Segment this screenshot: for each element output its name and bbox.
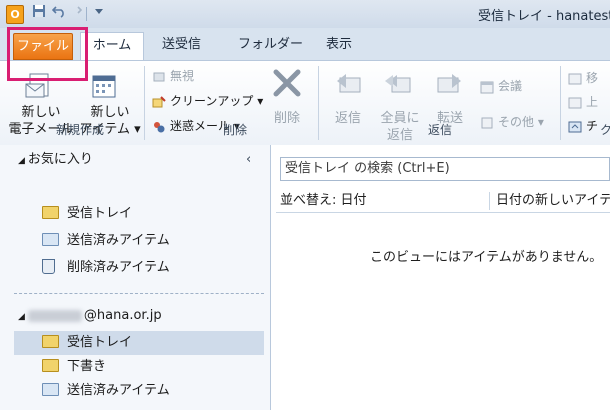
up-icon xyxy=(568,96,582,110)
tab-send-receive[interactable]: 送受信 xyxy=(162,32,201,58)
tab-view[interactable]: 表示 xyxy=(326,32,352,58)
qat-separator xyxy=(86,7,87,21)
tab-home[interactable]: ホーム xyxy=(80,32,144,61)
move-icon xyxy=(568,72,582,86)
folder-icon xyxy=(42,383,59,396)
account-email: @hana.or.jp xyxy=(83,308,162,323)
group-separator xyxy=(144,66,145,140)
favorites-item-inbox[interactable]: 受信トレイ xyxy=(42,202,132,226)
drafts-icon xyxy=(42,359,59,372)
folder-icon xyxy=(42,206,59,219)
favorites-header[interactable]: ◢ お気に入り xyxy=(18,148,93,172)
favorites-item-label: 受信トレイ xyxy=(67,206,133,221)
floppy-disk-icon[interactable] xyxy=(30,4,48,22)
reply-button[interactable]: 返信 xyxy=(330,110,366,127)
folder-icon xyxy=(42,335,59,348)
mail-list-pane xyxy=(271,145,610,410)
account-item-sent[interactable]: 送信済みアイテム xyxy=(42,379,170,403)
meeting-button[interactable]: 会議 xyxy=(480,76,522,96)
chevron-left-icon[interactable]: ‹ xyxy=(246,148,260,172)
account-item-drafts[interactable]: 下書き xyxy=(42,355,106,379)
chevron-down-icon[interactable] xyxy=(90,4,108,22)
empty-view-message: このビューにはアイテムがありません。 xyxy=(370,250,603,265)
redo-icon xyxy=(66,4,84,22)
forward-icon xyxy=(436,70,464,101)
ignore-button[interactable]: 無視 xyxy=(152,66,194,86)
account-item-label: 下書き xyxy=(67,359,107,374)
file-tab-highlight xyxy=(7,27,88,81)
move-button-partial[interactable]: 移 xyxy=(568,68,598,88)
account-item-inbox[interactable]: 受信トレイ xyxy=(14,331,264,355)
window-title: 受信トレイ - hanatest xyxy=(478,9,610,24)
account-item-label: 受信トレイ xyxy=(67,335,133,350)
group-label-partial: ク xyxy=(600,123,610,137)
more-label: その他 ▾ xyxy=(498,115,544,129)
more-button[interactable]: その他 ▾ xyxy=(480,112,544,132)
ignore-label: 無視 xyxy=(170,69,195,83)
sort-order-button[interactable]: 日付の新しいアイテム xyxy=(496,190,610,212)
sort-bar: 並べ替え: 日付 日付の新しいアイテム xyxy=(276,190,610,213)
tab-folder[interactable]: フォルダー xyxy=(238,32,303,58)
ignore-icon xyxy=(152,70,166,84)
new-item-label-1: 新しい xyxy=(90,105,130,120)
chi-icon xyxy=(568,120,582,134)
expand-triangle-icon: ◢ xyxy=(18,156,25,166)
meeting-icon xyxy=(480,80,494,94)
new-mail-label-1: 新しい xyxy=(21,105,61,120)
calendar-icon xyxy=(90,72,118,103)
search-input[interactable]: 受信トレイ の検索 (Ctrl+E) xyxy=(280,157,610,181)
cleanup-label: クリーンアップ ▾ xyxy=(170,94,264,108)
favorites-item-deleted[interactable]: 削除済みアイテム xyxy=(42,256,170,280)
favorites-label: お気に入り xyxy=(27,152,93,167)
group-label-new: 新規作成 xyxy=(55,123,104,137)
expand-triangle-icon: ◢ xyxy=(18,312,25,322)
account-header[interactable]: ◢ @hana.or.jp xyxy=(18,304,162,328)
reply-icon xyxy=(334,70,362,101)
folder-icon xyxy=(42,233,59,246)
favorites-item-label: 削除済みアイテム xyxy=(67,260,170,275)
sort-by-date-button[interactable]: 並べ替え: 日付 xyxy=(280,190,367,212)
account-item-label: 送信済みアイテム xyxy=(67,383,170,398)
group-label-reply: 返信 xyxy=(427,123,452,137)
favorites-item-label: 送信済みアイテム xyxy=(67,233,170,248)
chi-button-partial[interactable]: チ xyxy=(568,116,598,136)
column-separator xyxy=(489,192,490,210)
reply-all-icon xyxy=(384,70,412,101)
chi-label: チ xyxy=(586,119,599,133)
redacted-username xyxy=(27,309,82,322)
cleanup-icon xyxy=(152,95,166,109)
more-icon xyxy=(480,116,494,130)
outlook-app-icon[interactable]: O xyxy=(6,5,24,24)
pane-divider xyxy=(14,293,264,294)
group-separator xyxy=(560,66,561,140)
up-label: 上 xyxy=(586,95,599,109)
group-separator xyxy=(318,66,319,140)
trash-icon xyxy=(42,259,55,274)
delete-icon xyxy=(272,68,302,101)
group-label-delete: 削除 xyxy=(222,123,247,137)
cleanup-button[interactable]: クリーンアップ ▾ xyxy=(152,91,263,111)
favorites-item-sent[interactable]: 送信済みアイテム xyxy=(42,229,170,253)
meeting-label: 会議 xyxy=(498,79,523,93)
up-button-partial[interactable]: 上 xyxy=(568,92,598,112)
move-label: 移 xyxy=(586,71,599,85)
junk-mail-icon xyxy=(152,120,166,134)
delete-button[interactable]: 削除 xyxy=(270,110,304,127)
